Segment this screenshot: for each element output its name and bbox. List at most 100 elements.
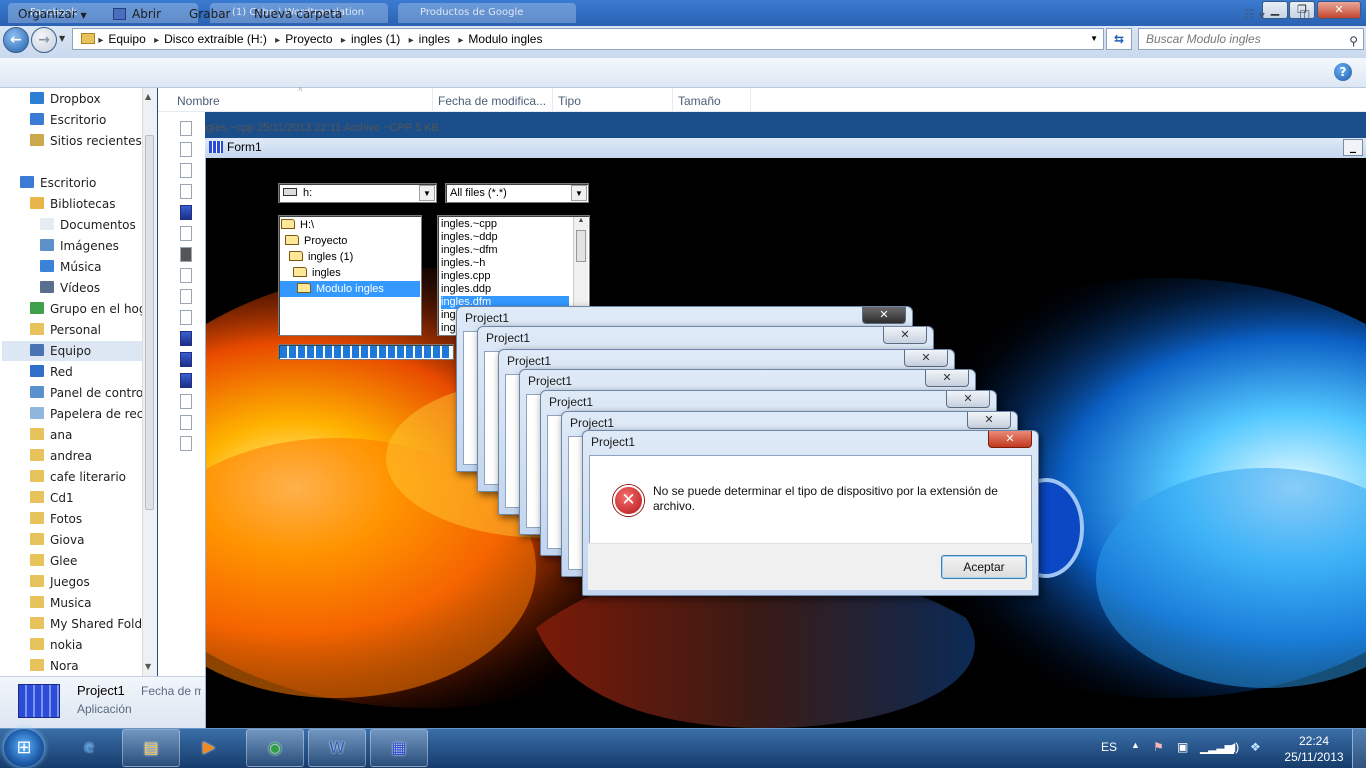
file-list-item[interactable]: ingles.~h [441, 257, 485, 270]
organize-button[interactable]: Organizar ▼ [18, 7, 87, 21]
sidebar-item-dropbox[interactable]: Dropbox [30, 89, 155, 109]
sidebar-item-red[interactable]: Red [30, 362, 155, 382]
file-list-scroll-thumb[interactable] [576, 230, 586, 262]
dir-item-selected[interactable]: Modulo ingles [280, 281, 420, 297]
word-icon[interactable]: W [308, 729, 366, 767]
sidebar-item-papelera-de-reciclaje[interactable]: Papelera de reciclaje [30, 404, 155, 424]
form1-minimize-button[interactable]: _ [1343, 139, 1363, 156]
stacked-dialog-close-button[interactable]: ✕ [967, 412, 1011, 429]
file-icon[interactable] [180, 394, 192, 409]
dir-item[interactable]: H:\ [281, 217, 314, 233]
breadcrumb-item[interactable]: Modulo ingles [468, 32, 542, 46]
file-list-item[interactable]: ingles.cpp [441, 270, 491, 283]
scroll-up-icon[interactable]: ▲ [574, 217, 588, 224]
scroll-up-icon[interactable]: ▲ [145, 92, 151, 101]
file-icon[interactable] [180, 121, 192, 136]
file-icon[interactable] [180, 163, 192, 178]
dir-item[interactable]: ingles (1) [289, 249, 353, 265]
file-icon[interactable] [180, 310, 192, 325]
column-date[interactable]: Fecha de modifica... [438, 94, 546, 108]
device-icon[interactable]: ▣ [1177, 740, 1188, 754]
search-input[interactable]: Buscar Modulo ingles ⚲ [1138, 28, 1364, 50]
directory-listbox[interactable]: H:\ Proyecto ingles (1) ingles Modulo in… [278, 215, 422, 336]
file-list-item[interactable]: ingles.~cpp [441, 218, 497, 231]
file-icon[interactable] [180, 226, 192, 241]
action-center-flag-icon[interactable]: ⚑ [1153, 740, 1164, 754]
show-hidden-icons-icon[interactable]: ▲ [1131, 740, 1140, 750]
sidebar-item-andrea[interactable]: andrea [30, 446, 155, 466]
sidebar-item-my-shared-folder[interactable]: My Shared Folder [30, 614, 155, 634]
sidebar-item-nora[interactable]: Nora [30, 656, 155, 676]
breadcrumb-item[interactable]: Proyecto [285, 32, 332, 46]
app-file-icon[interactable] [180, 352, 192, 367]
file-icon[interactable] [180, 268, 192, 283]
sidebar-item-musica[interactable]: Musica [30, 593, 155, 613]
sidebar-item-cafe-literario[interactable]: cafe literario [30, 467, 155, 487]
volume-icon[interactable]: ◀) [1226, 740, 1239, 754]
column-type[interactable]: Tipo [558, 94, 581, 108]
minimize-button[interactable]: ▁ [1262, 1, 1288, 19]
internet-explorer-icon[interactable]: e [60, 729, 118, 767]
file-icon[interactable] [180, 415, 192, 430]
address-dropdown-icon[interactable]: ▼ [1090, 29, 1098, 49]
sidebar-item-bibliotecas[interactable]: Bibliotecas [30, 194, 155, 214]
app-file-icon[interactable] [180, 205, 192, 220]
sidebar-item-giova[interactable]: Giova [30, 530, 155, 550]
open-button[interactable]: Abrir [113, 7, 161, 21]
sidebar-item-escritorio[interactable]: Escritorio [20, 173, 145, 193]
forward-arrow-icon[interactable]: → [31, 27, 57, 53]
stacked-dialog-close-button[interactable]: ✕ [883, 327, 927, 344]
close-window-button[interactable]: ✕ [1317, 1, 1361, 19]
chevron-down-icon[interactable]: ▼ [419, 185, 435, 201]
recent-pages-chevron-icon[interactable]: ▼ [59, 34, 65, 43]
preview-pane-icon[interactable]: ◫ [1299, 7, 1310, 21]
language-indicator[interactable]: ES [1101, 740, 1117, 754]
sidebar-item-ana[interactable]: ana [30, 425, 155, 445]
help-icon[interactable]: ? [1334, 63, 1352, 81]
breadcrumb-item[interactable]: ingles [419, 32, 450, 46]
form1-title-bar[interactable]: Form1 [205, 138, 1366, 158]
dir-item[interactable]: Proyecto [285, 233, 347, 249]
dfm-file-icon[interactable] [180, 247, 192, 262]
view-options-icon[interactable]: ☷ ▼ [1244, 7, 1265, 21]
sidebar-scroll-thumb[interactable] [145, 135, 154, 510]
sidebar-item-panel-de-control[interactable]: Panel de control [30, 383, 155, 403]
accept-button[interactable]: Aceptar [941, 555, 1027, 579]
file-list-item[interactable]: ingles.~ddp [441, 231, 498, 244]
show-desktop-button[interactable] [1352, 729, 1366, 768]
chrome-icon[interactable]: ◉ [246, 729, 304, 767]
search-icon[interactable]: ⚲ [1349, 31, 1358, 51]
stacked-dialog-close-button[interactable]: ✕ [946, 391, 990, 408]
sidebar-item-juegos[interactable]: Juegos [30, 572, 155, 592]
sidebar-item-grupo-en-el-hogar[interactable]: Grupo en el hogar [30, 299, 155, 319]
error-dialog-close-button[interactable]: ✕ [988, 431, 1032, 448]
project1-taskbar-icon[interactable]: ▦ [370, 729, 428, 767]
stacked-dialog-close-button[interactable]: ✕ [862, 307, 906, 324]
address-bar[interactable]: ▸ Equipo ▸ Disco extraíble (H:) ▸ Proyecto … [72, 28, 1104, 50]
drive-combobox[interactable]: h: ▼ [278, 183, 437, 203]
sidebar-item-cd1[interactable]: Cd1 [30, 488, 155, 508]
stacked-dialog-close-button[interactable]: ✕ [904, 350, 948, 367]
file-list-item[interactable]: ingles.ddp [441, 283, 491, 296]
file-icon[interactable] [180, 184, 192, 199]
file-icon[interactable] [180, 436, 192, 451]
column-name[interactable]: Nombre [177, 94, 220, 108]
start-button-icon[interactable]: ⊞ [4, 729, 44, 767]
new-folder-button[interactable]: Nueva carpeta [254, 7, 342, 21]
burn-button[interactable]: Grabar [189, 7, 231, 21]
breadcrumb-item[interactable]: Disco extraíble (H:) [164, 32, 267, 46]
system-clock[interactable]: 22:24 25/11/2013 [1284, 733, 1344, 765]
refresh-icon[interactable]: ⇆ [1106, 28, 1132, 50]
file-explorer-icon[interactable]: ▤ [122, 729, 180, 767]
sidebar-item-fotos[interactable]: Fotos [30, 509, 155, 529]
scroll-down-icon[interactable]: ▼ [145, 662, 151, 671]
dropbox-tray-icon[interactable]: ❖ [1250, 740, 1261, 754]
filter-combobox[interactable]: All files (*.*) ▼ [445, 183, 589, 203]
sidebar-item-equipo[interactable]: Equipo [2, 341, 142, 361]
app-file-icon[interactable] [180, 331, 192, 346]
sidebar-item-sitios-recientes[interactable]: Sitios recientes [30, 131, 155, 151]
sidebar-item-glee[interactable]: Glee [30, 551, 155, 571]
file-icon[interactable] [180, 142, 192, 157]
column-size[interactable]: Tamaño [678, 94, 721, 108]
media-player-icon[interactable]: ▶ [180, 729, 238, 767]
